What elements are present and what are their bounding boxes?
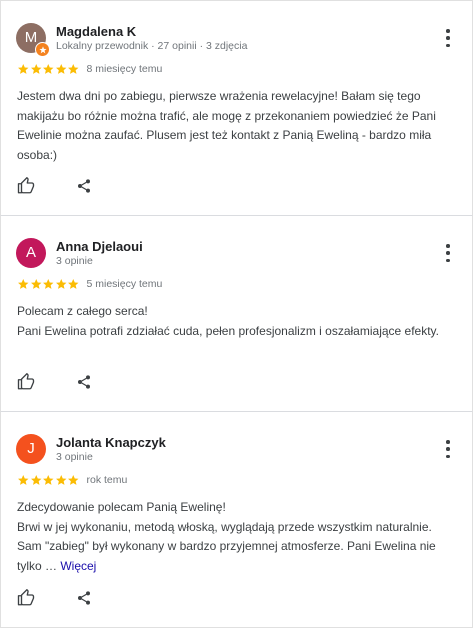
star-icon [55, 279, 66, 289]
reviewer-name[interactable]: Magdalena K [56, 24, 136, 39]
more-vert-icon[interactable] [446, 29, 450, 47]
review-text-line: Brwi w jej wykonaniu, metodą włoską, wyg… [17, 518, 458, 577]
reviewer-name[interactable]: Jolanta Knapczyk [56, 435, 166, 450]
thumb-up-icon[interactable] [17, 177, 35, 195]
star-icon [30, 475, 41, 485]
reviewer-meta: 3 opinie [56, 451, 93, 463]
star-icon [18, 279, 29, 289]
reviews-list: M Magdalena K Lokalny przewodnik · 27 op… [0, 0, 473, 628]
star-icon [18, 475, 29, 485]
avatar[interactable]: A [16, 238, 46, 268]
star-icon [43, 279, 54, 289]
star-rating [17, 63, 80, 76]
review-actions [17, 589, 92, 607]
star-icon [68, 475, 79, 485]
review-text-line: Pani Ewelina potrafi zdziałać cuda, pełe… [17, 323, 439, 338]
reviewer-meta: 3 opinie [56, 255, 93, 267]
reviewer-name[interactable]: Anna Djelaoui [56, 239, 143, 254]
share-icon[interactable] [76, 373, 92, 391]
more-vert-icon[interactable] [446, 244, 450, 262]
star-icon [55, 475, 66, 485]
star-icon [55, 64, 66, 74]
star-rating [17, 278, 80, 291]
reviewer-meta: Lokalny przewodnik · 27 opinii · 3 zdjęc… [56, 40, 248, 52]
review-text-line: Zdecydowanie polecam Panią Ewelinę! [17, 500, 226, 514]
review-text: Polecam z całego serca! Pani Ewelina pot… [17, 302, 458, 341]
avatar[interactable]: M [16, 23, 50, 57]
review-actions [17, 373, 92, 391]
star-rating [17, 474, 80, 487]
review-text-line: Jestem dwa dni po zabiegu, pierwsze wraż… [17, 89, 436, 162]
rating-row: rok temu [17, 474, 127, 487]
more-vert-icon[interactable] [446, 440, 450, 458]
star-icon [30, 64, 41, 74]
rating-row: 8 miesięcy temu [17, 63, 162, 76]
star-icon [18, 64, 29, 74]
star-icon [43, 64, 54, 74]
star-icon [43, 475, 54, 485]
review-text: Jestem dwa dni po zabiegu, pierwsze wraż… [17, 87, 458, 165]
avatar[interactable]: J [16, 434, 46, 464]
local-guide-badge-icon [35, 42, 50, 57]
review-date: 5 miesięcy temu [86, 278, 163, 291]
avatar-letter: M [24, 29, 38, 46]
thumb-up-icon[interactable] [17, 589, 35, 607]
star-icon [30, 279, 41, 289]
rating-row: 5 miesięcy temu [17, 278, 162, 291]
share-icon[interactable] [76, 177, 92, 195]
star-icon [68, 279, 79, 289]
review-card: J Jolanta Knapczyk 3 opinie rok temu Zde… [0, 412, 473, 628]
avatar-letter: J [27, 440, 35, 457]
share-icon[interactable] [76, 589, 92, 607]
review-card: M Magdalena K Lokalny przewodnik · 27 op… [0, 0, 473, 216]
more-link[interactable]: Więcej [60, 559, 96, 573]
review-date: rok temu [86, 474, 128, 487]
review-date: 8 miesięcy temu [86, 63, 163, 76]
avatar-letter: A [25, 244, 36, 261]
review-actions [17, 177, 92, 195]
review-text: Zdecydowanie polecam Panią Ewelinę! Brwi… [17, 498, 458, 576]
star-icon [68, 64, 79, 74]
thumb-up-icon[interactable] [17, 373, 35, 391]
review-card: A Anna Djelaoui 3 opinie 5 miesięcy temu… [0, 216, 473, 412]
review-text-line: Polecam z całego serca! [17, 304, 148, 318]
